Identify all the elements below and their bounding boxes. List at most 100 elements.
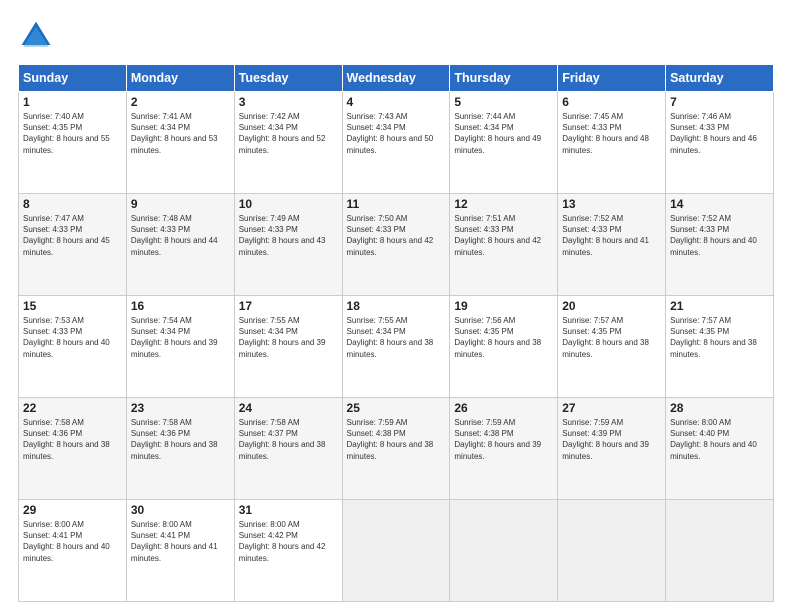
calendar-cell: 9 Sunrise: 7:48 AMSunset: 4:33 PMDaylight…: [126, 194, 234, 296]
day-number: 2: [131, 95, 230, 109]
day-info: Sunrise: 7:47 AMSunset: 4:33 PMDaylight:…: [23, 214, 110, 257]
day-number: 25: [347, 401, 446, 415]
day-number: 5: [454, 95, 553, 109]
calendar-cell: [666, 500, 774, 602]
calendar-cell: 20 Sunrise: 7:57 AMSunset: 4:35 PMDayligh…: [558, 296, 666, 398]
day-number: 7: [670, 95, 769, 109]
day-number: 1: [23, 95, 122, 109]
day-number: 6: [562, 95, 661, 109]
day-info: Sunrise: 7:57 AMSunset: 4:35 PMDaylight:…: [670, 316, 757, 359]
day-info: Sunrise: 7:42 AMSunset: 4:34 PMDaylight:…: [239, 112, 326, 155]
calendar-cell: 4Sunrise: 7:43 AMSunset: 4:34 PMDaylight…: [342, 92, 450, 194]
day-header-friday: Friday: [558, 65, 666, 92]
calendar-cell: 5 Sunrise: 7:44 AMSunset: 4:34 PMDaylight…: [450, 92, 558, 194]
day-info: Sunrise: 7:55 AMSunset: 4:34 PMDaylight:…: [239, 316, 326, 359]
calendar-cell: [342, 500, 450, 602]
day-info: Sunrise: 8:00 AMSunset: 4:42 PMDaylight:…: [239, 520, 326, 563]
calendar-cell: 25 Sunrise: 7:59 AMSunset: 4:38 PMDayligh…: [342, 398, 450, 500]
calendar-table: SundayMondayTuesdayWednesdayThursdayFrid…: [18, 64, 774, 602]
calendar-cell: 8 Sunrise: 7:47 AMSunset: 4:33 PMDaylight…: [19, 194, 127, 296]
calendar-cell: 26 Sunrise: 7:59 AMSunset: 4:38 PMDayligh…: [450, 398, 558, 500]
day-info: Sunrise: 7:41 AMSunset: 4:34 PMDaylight:…: [131, 112, 218, 155]
calendar-cell: 31 Sunrise: 8:00 AMSunset: 4:42 PMDayligh…: [234, 500, 342, 602]
day-number: 26: [454, 401, 553, 415]
week-row-4: 22 Sunrise: 7:58 AMSunset: 4:36 PMDayligh…: [19, 398, 774, 500]
day-number: 3: [239, 95, 338, 109]
day-info: Sunrise: 7:54 AMSunset: 4:34 PMDaylight:…: [131, 316, 218, 359]
week-row-2: 8 Sunrise: 7:47 AMSunset: 4:33 PMDaylight…: [19, 194, 774, 296]
calendar-cell: 30 Sunrise: 8:00 AMSunset: 4:41 PMDayligh…: [126, 500, 234, 602]
calendar-cell: 16 Sunrise: 7:54 AMSunset: 4:34 PMDayligh…: [126, 296, 234, 398]
calendar-cell: 1 Sunrise: 7:40 AMSunset: 4:35 PMDaylight…: [19, 92, 127, 194]
day-info: Sunrise: 7:50 AMSunset: 4:33 PMDaylight:…: [347, 214, 434, 257]
day-number: 14: [670, 197, 769, 211]
calendar-cell: [558, 500, 666, 602]
day-info: Sunrise: 7:59 AMSunset: 4:39 PMDaylight:…: [562, 418, 649, 461]
day-number: 10: [239, 197, 338, 211]
week-row-1: 1 Sunrise: 7:40 AMSunset: 4:35 PMDaylight…: [19, 92, 774, 194]
day-info: Sunrise: 8:00 AMSunset: 4:40 PMDaylight:…: [670, 418, 757, 461]
day-number: 31: [239, 503, 338, 517]
day-number: 22: [23, 401, 122, 415]
day-info: Sunrise: 7:52 AMSunset: 4:33 PMDaylight:…: [562, 214, 649, 257]
day-number: 24: [239, 401, 338, 415]
day-info: Sunrise: 8:00 AMSunset: 4:41 PMDaylight:…: [23, 520, 110, 563]
day-number: 8: [23, 197, 122, 211]
day-info: Sunrise: 7:44 AMSunset: 4:34 PMDaylight:…: [454, 112, 541, 155]
calendar-cell: 24 Sunrise: 7:58 AMSunset: 4:37 PMDayligh…: [234, 398, 342, 500]
day-number: 12: [454, 197, 553, 211]
calendar-cell: 18Sunrise: 7:55 AMSunset: 4:34 PMDayligh…: [342, 296, 450, 398]
day-number: 9: [131, 197, 230, 211]
day-info: Sunrise: 7:59 AMSunset: 4:38 PMDaylight:…: [347, 418, 434, 461]
day-header-monday: Monday: [126, 65, 234, 92]
day-info: Sunrise: 7:58 AMSunset: 4:37 PMDaylight:…: [239, 418, 326, 461]
calendar-cell: 19 Sunrise: 7:56 AMSunset: 4:35 PMDayligh…: [450, 296, 558, 398]
week-row-3: 15 Sunrise: 7:53 AMSunset: 4:33 PMDayligh…: [19, 296, 774, 398]
day-number: 28: [670, 401, 769, 415]
calendar-cell: [450, 500, 558, 602]
day-number: 30: [131, 503, 230, 517]
day-number: 15: [23, 299, 122, 313]
day-info: Sunrise: 7:40 AMSunset: 4:35 PMDaylight:…: [23, 112, 110, 155]
day-header-thursday: Thursday: [450, 65, 558, 92]
calendar-cell: 29 Sunrise: 8:00 AMSunset: 4:41 PMDayligh…: [19, 500, 127, 602]
week-row-5: 29 Sunrise: 8:00 AMSunset: 4:41 PMDayligh…: [19, 500, 774, 602]
day-info: Sunrise: 7:43 AMSunset: 4:34 PMDaylight:…: [347, 112, 434, 155]
calendar-cell: 10 Sunrise: 7:49 AMSunset: 4:33 PMDayligh…: [234, 194, 342, 296]
day-info: Sunrise: 7:53 AMSunset: 4:33 PMDaylight:…: [23, 316, 110, 359]
calendar-cell: 6Sunrise: 7:45 AMSunset: 4:33 PMDaylight…: [558, 92, 666, 194]
day-info: Sunrise: 7:46 AMSunset: 4:33 PMDaylight:…: [670, 112, 757, 155]
page: SundayMondayTuesdayWednesdayThursdayFrid…: [0, 0, 792, 612]
day-number: 27: [562, 401, 661, 415]
calendar-cell: 14 Sunrise: 7:52 AMSunset: 4:33 PMDayligh…: [666, 194, 774, 296]
day-info: Sunrise: 7:56 AMSunset: 4:35 PMDaylight:…: [454, 316, 541, 359]
calendar-cell: 15 Sunrise: 7:53 AMSunset: 4:33 PMDayligh…: [19, 296, 127, 398]
calendar-cell: 2 Sunrise: 7:41 AMSunset: 4:34 PMDaylight…: [126, 92, 234, 194]
calendar-cell: 12Sunrise: 7:51 AMSunset: 4:33 PMDayligh…: [450, 194, 558, 296]
calendar-cell: 21Sunrise: 7:57 AMSunset: 4:35 PMDayligh…: [666, 296, 774, 398]
day-header-tuesday: Tuesday: [234, 65, 342, 92]
day-number: 17: [239, 299, 338, 313]
calendar-cell: 3 Sunrise: 7:42 AMSunset: 4:34 PMDaylight…: [234, 92, 342, 194]
day-info: Sunrise: 7:48 AMSunset: 4:33 PMDaylight:…: [131, 214, 218, 257]
calendar-cell: 22 Sunrise: 7:58 AMSunset: 4:36 PMDayligh…: [19, 398, 127, 500]
day-number: 19: [454, 299, 553, 313]
day-info: Sunrise: 7:49 AMSunset: 4:33 PMDaylight:…: [239, 214, 326, 257]
day-number: 16: [131, 299, 230, 313]
day-info: Sunrise: 7:57 AMSunset: 4:35 PMDaylight:…: [562, 316, 649, 359]
day-number: 11: [347, 197, 446, 211]
calendar-cell: 23Sunrise: 7:58 AMSunset: 4:36 PMDayligh…: [126, 398, 234, 500]
day-number: 29: [23, 503, 122, 517]
day-number: 20: [562, 299, 661, 313]
day-info: Sunrise: 7:59 AMSunset: 4:38 PMDaylight:…: [454, 418, 541, 461]
day-header-wednesday: Wednesday: [342, 65, 450, 92]
day-info: Sunrise: 7:58 AMSunset: 4:36 PMDaylight:…: [23, 418, 110, 461]
day-info: Sunrise: 8:00 AMSunset: 4:41 PMDaylight:…: [131, 520, 218, 563]
day-number: 18: [347, 299, 446, 313]
calendar-cell: 7 Sunrise: 7:46 AMSunset: 4:33 PMDaylight…: [666, 92, 774, 194]
calendar-cell: 11 Sunrise: 7:50 AMSunset: 4:33 PMDayligh…: [342, 194, 450, 296]
day-info: Sunrise: 7:52 AMSunset: 4:33 PMDaylight:…: [670, 214, 757, 257]
logo-icon: [18, 18, 54, 54]
day-number: 23: [131, 401, 230, 415]
day-header-saturday: Saturday: [666, 65, 774, 92]
